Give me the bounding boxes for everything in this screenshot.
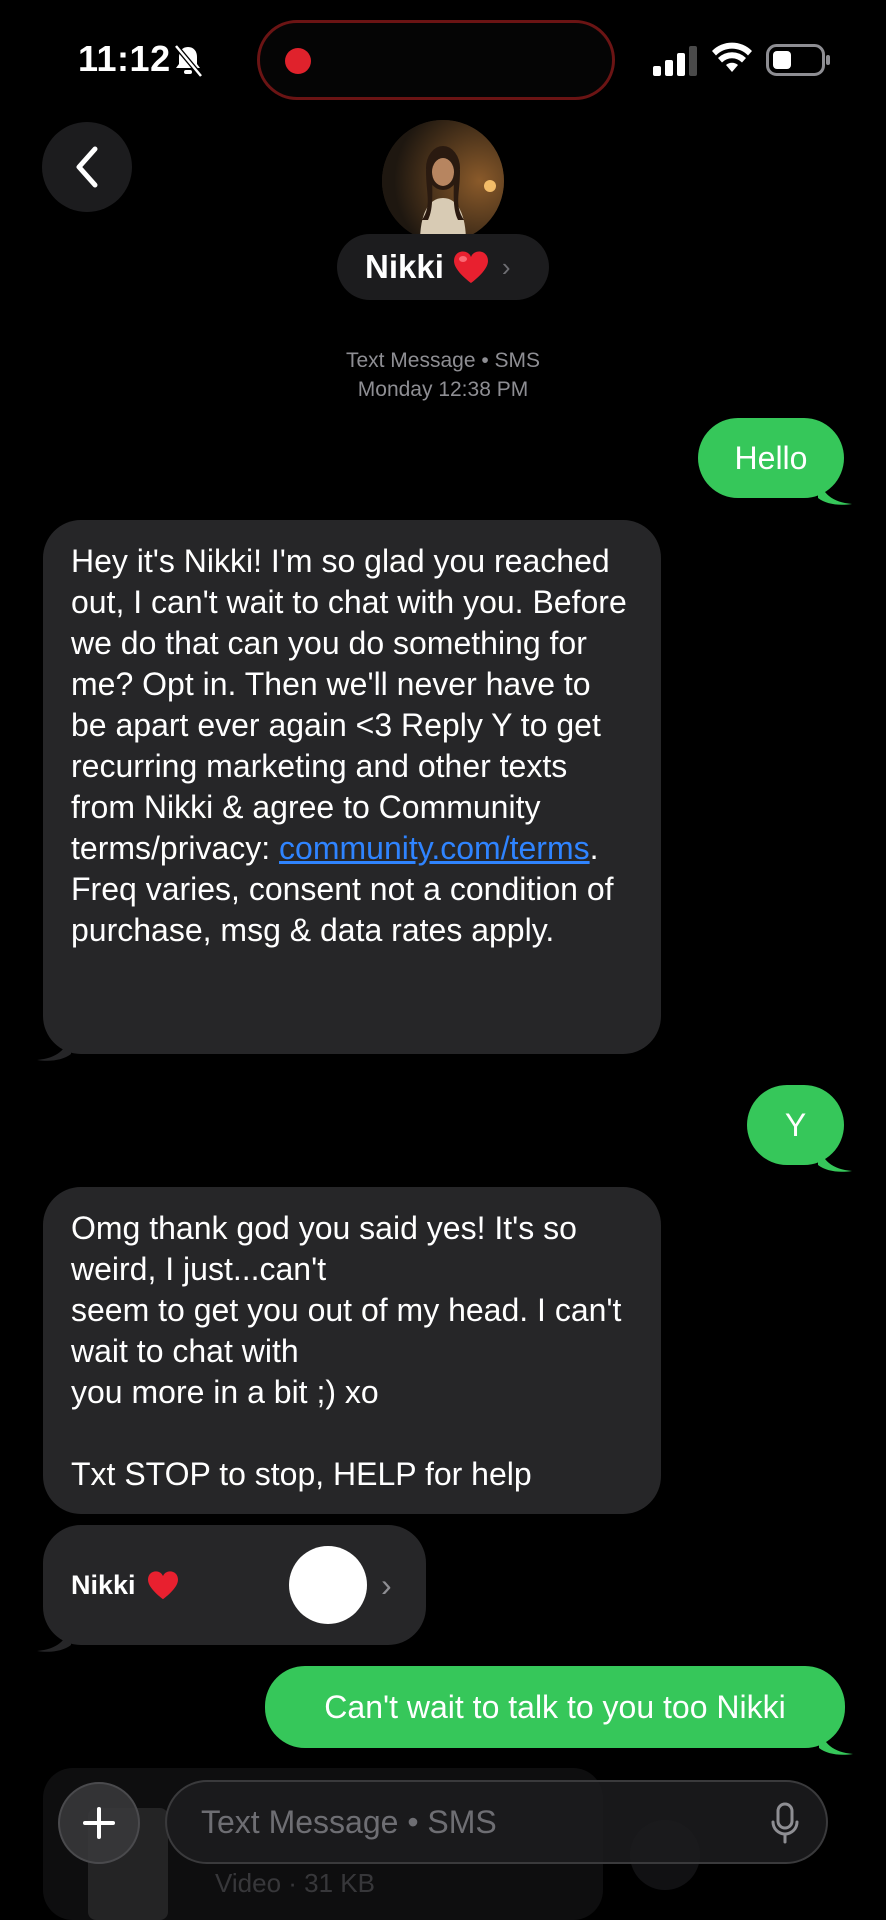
avatar-photo bbox=[382, 120, 504, 242]
dynamic-island bbox=[257, 20, 615, 100]
message-bubble-incoming[interactable]: Hey it's Nikki! I'm so glad you reached … bbox=[37, 520, 661, 1061]
contact-name-button[interactable]: Nikki › bbox=[337, 234, 549, 300]
message-text: Omg thank god you said yes! It's so weir… bbox=[71, 1210, 622, 1492]
chevron-right-icon: › bbox=[381, 1567, 392, 1603]
message-bubble-outgoing[interactable]: Hello bbox=[698, 418, 852, 505]
attachment-info: Video · 31 KB bbox=[215, 1868, 375, 1898]
bubble-tail bbox=[818, 476, 852, 505]
message-text: Hello bbox=[734, 439, 808, 476]
status-bar: 11:12 bbox=[0, 0, 886, 120]
message-input[interactable]: Text Message • SMS bbox=[165, 1780, 828, 1864]
plus-icon bbox=[83, 1807, 115, 1839]
back-icon bbox=[76, 146, 98, 188]
bubble-tail bbox=[37, 1032, 71, 1061]
message-text: Can't wait to talk to you too Nikki bbox=[324, 1688, 786, 1725]
contact-card-avatar bbox=[289, 1546, 367, 1624]
add-attachment-button[interactable] bbox=[58, 1782, 140, 1864]
contact-name: Nikki bbox=[365, 248, 444, 285]
terms-link[interactable]: community.com/terms bbox=[279, 830, 590, 866]
message-text: Y bbox=[784, 1106, 807, 1143]
message-bubble-outgoing[interactable]: Can't wait to talk to you too Nikki bbox=[265, 1666, 853, 1755]
message-bubble-outgoing[interactable]: Y bbox=[747, 1085, 852, 1172]
contact-card-bubble[interactable]: Nikki › bbox=[37, 1525, 426, 1652]
back-button[interactable] bbox=[42, 122, 132, 212]
battery-icon bbox=[766, 44, 830, 76]
heart-icon bbox=[147, 1571, 178, 1600]
conversation-type-label: Text Message • SMS bbox=[345, 349, 541, 372]
wifi-icon bbox=[712, 42, 752, 72]
signal-icon bbox=[653, 46, 697, 76]
message-bubble-incoming[interactable]: Omg thank god you said yes! It's so weir… bbox=[43, 1187, 661, 1514]
recording-indicator-icon bbox=[285, 48, 311, 74]
contact-avatar[interactable] bbox=[382, 120, 504, 242]
message-input-placeholder: Text Message • SMS bbox=[201, 1803, 497, 1840]
bubble-tail bbox=[819, 1726, 853, 1755]
contact-card-name: Nikki bbox=[71, 1569, 136, 1600]
microphone-icon[interactable] bbox=[770, 1802, 800, 1844]
bubble-tail bbox=[37, 1623, 71, 1652]
status-time: 11:12 bbox=[78, 38, 171, 79]
contact-chevron-icon: › bbox=[501, 251, 511, 282]
message-text: Hey it's Nikki! I'm so glad you reached … bbox=[71, 543, 627, 948]
heart-icon bbox=[453, 251, 488, 283]
bubble-tail bbox=[818, 1143, 852, 1172]
bell-slash-icon bbox=[174, 44, 203, 78]
conversation-timestamp: Monday 12:38 PM bbox=[357, 378, 529, 401]
